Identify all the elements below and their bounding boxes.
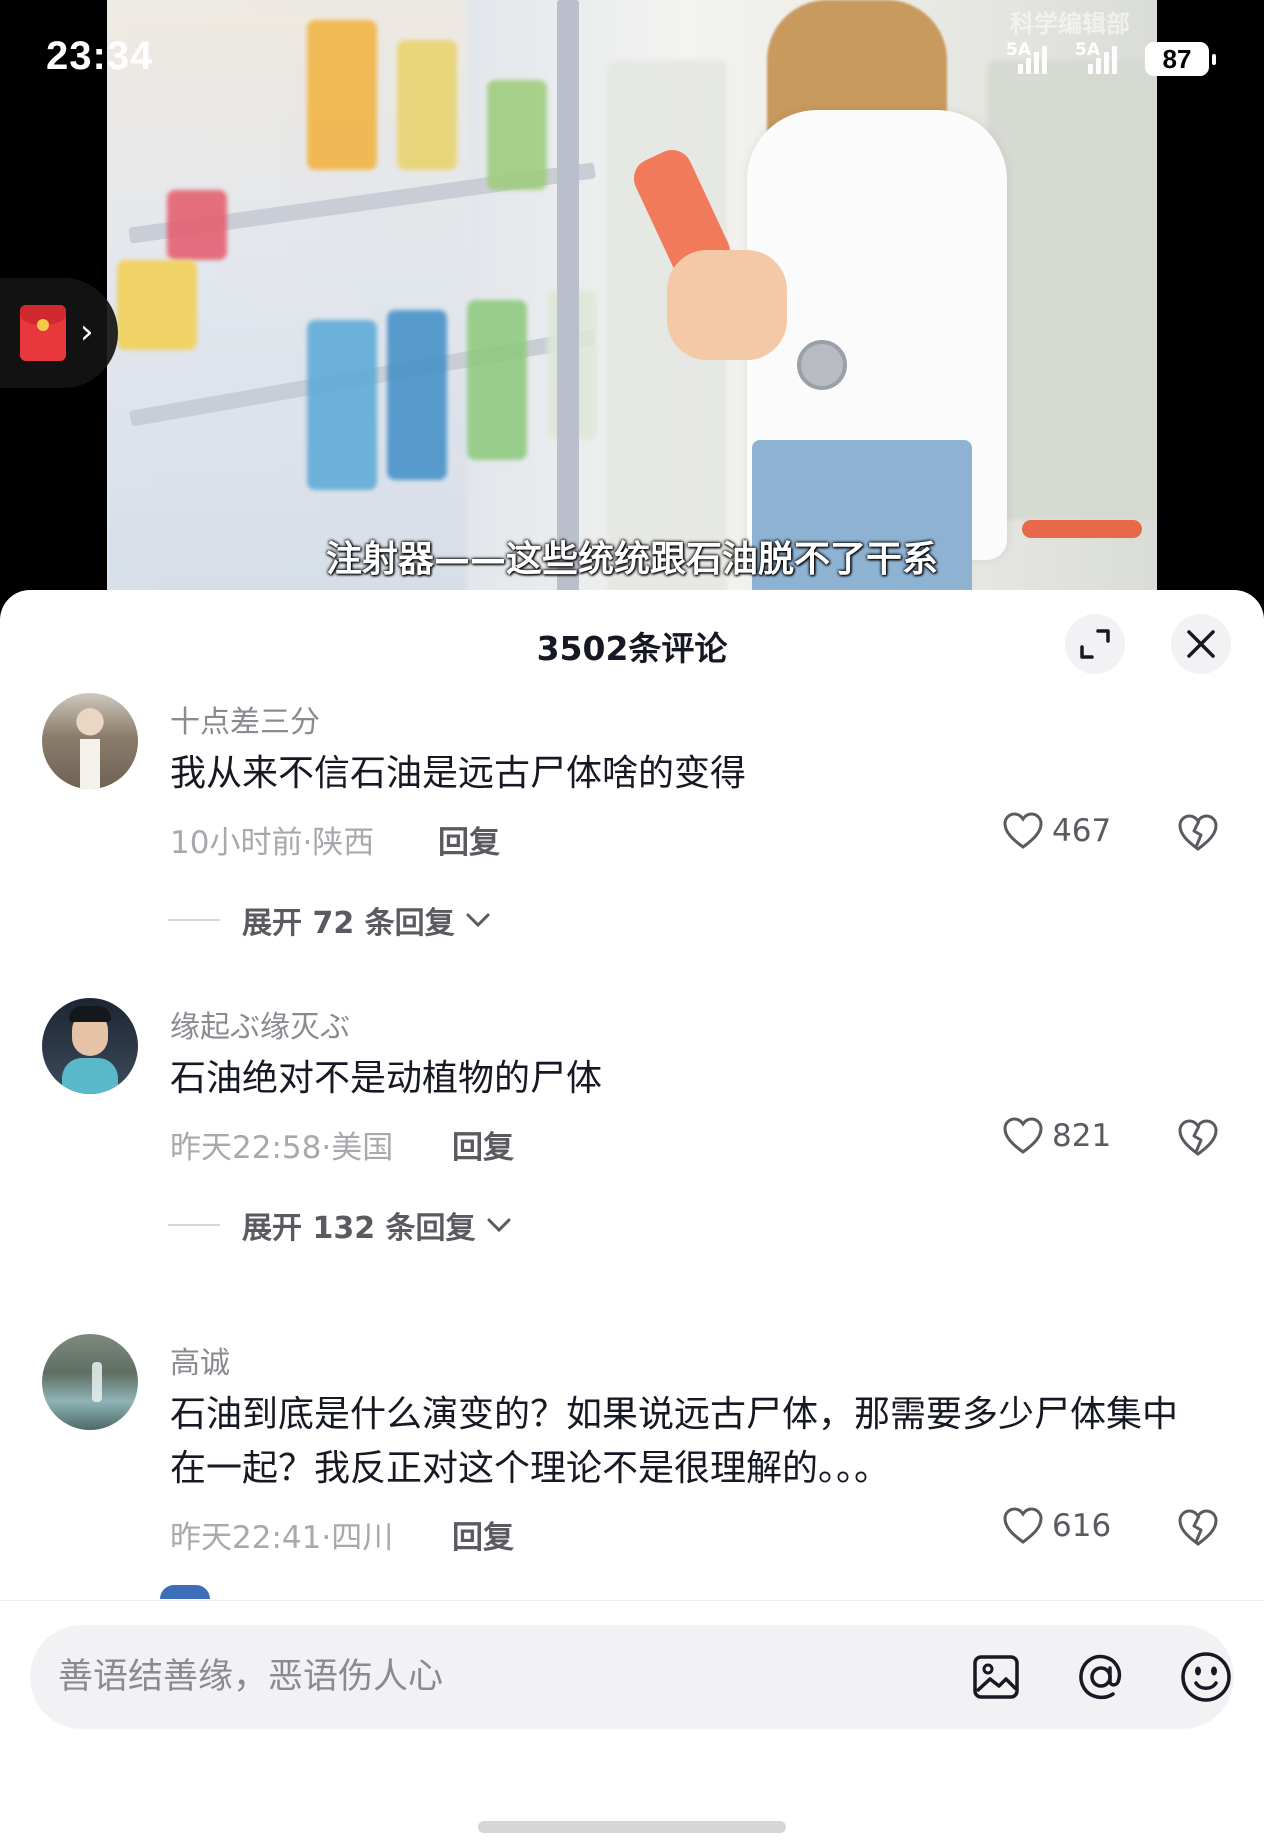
heart-icon: [1003, 1507, 1043, 1544]
red-packet-icon: [20, 305, 66, 361]
chevron-down-icon: [487, 1218, 511, 1233]
avatar[interactable]: [42, 1334, 138, 1430]
home-indicator[interactable]: [478, 1821, 786, 1833]
like-count: 467: [1052, 813, 1112, 849]
avatar[interactable]: [160, 1585, 210, 1599]
dislike-icon: [1178, 814, 1218, 851]
avatar[interactable]: [42, 998, 138, 1094]
comment-meta: 昨天22:41·四川: [170, 1520, 394, 1556]
comment-text: 我从来不信石油是远古尸体啥的变得: [170, 753, 747, 794]
video-player[interactable]: 23:34 科学编辑部 5A 5A 87 › 注射器——这些统统跟石油脱不了干系: [0, 0, 1264, 600]
comment-input[interactable]: [58, 1645, 918, 1709]
heart-icon: [1003, 812, 1043, 849]
battery-indicator: 87: [1145, 42, 1216, 76]
video-frame: [107, 0, 1157, 600]
like-button[interactable]: 467: [1002, 811, 1111, 851]
image-button[interactable]: [968, 1649, 1024, 1705]
like-button[interactable]: 616: [1002, 1506, 1111, 1546]
image-icon: [973, 1655, 1019, 1699]
dislike-button[interactable]: [1177, 1508, 1219, 1552]
emoji-icon: [1181, 1652, 1231, 1702]
dislike-icon: [1178, 1119, 1218, 1156]
reply-button[interactable]: 回复: [452, 1122, 514, 1167]
at-icon: [1079, 1654, 1122, 1700]
like-button[interactable]: 821: [1002, 1116, 1111, 1156]
mention-button[interactable]: [1073, 1649, 1129, 1705]
video-watermark: 科学编辑部: [1010, 10, 1130, 38]
comment-input-bar: [0, 1600, 1264, 1848]
comment-text: 石油到底是什么演变的？如果说远古尸体，那需要多少尸体集中在一起？我反正对这个理论…: [170, 1394, 1179, 1489]
emoji-button[interactable]: [1178, 1649, 1234, 1705]
like-count: 616: [1052, 1508, 1112, 1544]
close-button[interactable]: [1171, 614, 1231, 674]
divider: [168, 919, 220, 921]
expand-replies-button[interactable]: 展开 132 条回复: [168, 1203, 514, 1247]
expand-replies-label: 展开 132 条回复: [242, 1211, 476, 1246]
expand-button[interactable]: [1065, 614, 1125, 674]
reply-button[interactable]: 回复: [452, 1512, 514, 1557]
like-count: 821: [1052, 1118, 1112, 1154]
signal-icon-1: [1008, 42, 1048, 74]
comment-username[interactable]: 缘起ぶ缘灭ぶ: [170, 1002, 350, 1046]
comment-username[interactable]: 高诚: [170, 1338, 230, 1382]
comment-username[interactable]: 十点差三分: [170, 697, 320, 741]
comment-meta: 10小时前·陕西: [170, 825, 375, 861]
chevron-right-icon: ›: [80, 312, 94, 352]
avatar[interactable]: [42, 693, 138, 789]
expand-icon: [1080, 629, 1110, 659]
video-subtitle: 注射器——这些统统跟石油脱不了干系: [325, 539, 938, 580]
expand-replies-label: 展开 72 条回复: [242, 906, 455, 941]
comment-input-container[interactable]: [30, 1625, 1234, 1729]
dislike-icon: [1178, 1509, 1218, 1546]
divider: [168, 1224, 220, 1226]
status-time: 23:34: [46, 34, 154, 78]
heart-icon: [1003, 1117, 1043, 1154]
expand-replies-button[interactable]: 展开 72 条回复: [168, 898, 493, 942]
chevron-down-icon: [466, 913, 490, 928]
comment-text: 石油绝对不是动植物的尸体: [170, 1058, 603, 1099]
signal-icon-2: [1078, 42, 1118, 74]
reply-button[interactable]: 回复: [438, 817, 500, 862]
close-icon: [1187, 630, 1215, 658]
comment-meta: 昨天22:58·美国: [170, 1130, 394, 1166]
dislike-button[interactable]: [1177, 813, 1219, 857]
red-packet-button[interactable]: ›: [0, 278, 118, 388]
dislike-button[interactable]: [1177, 1118, 1219, 1162]
